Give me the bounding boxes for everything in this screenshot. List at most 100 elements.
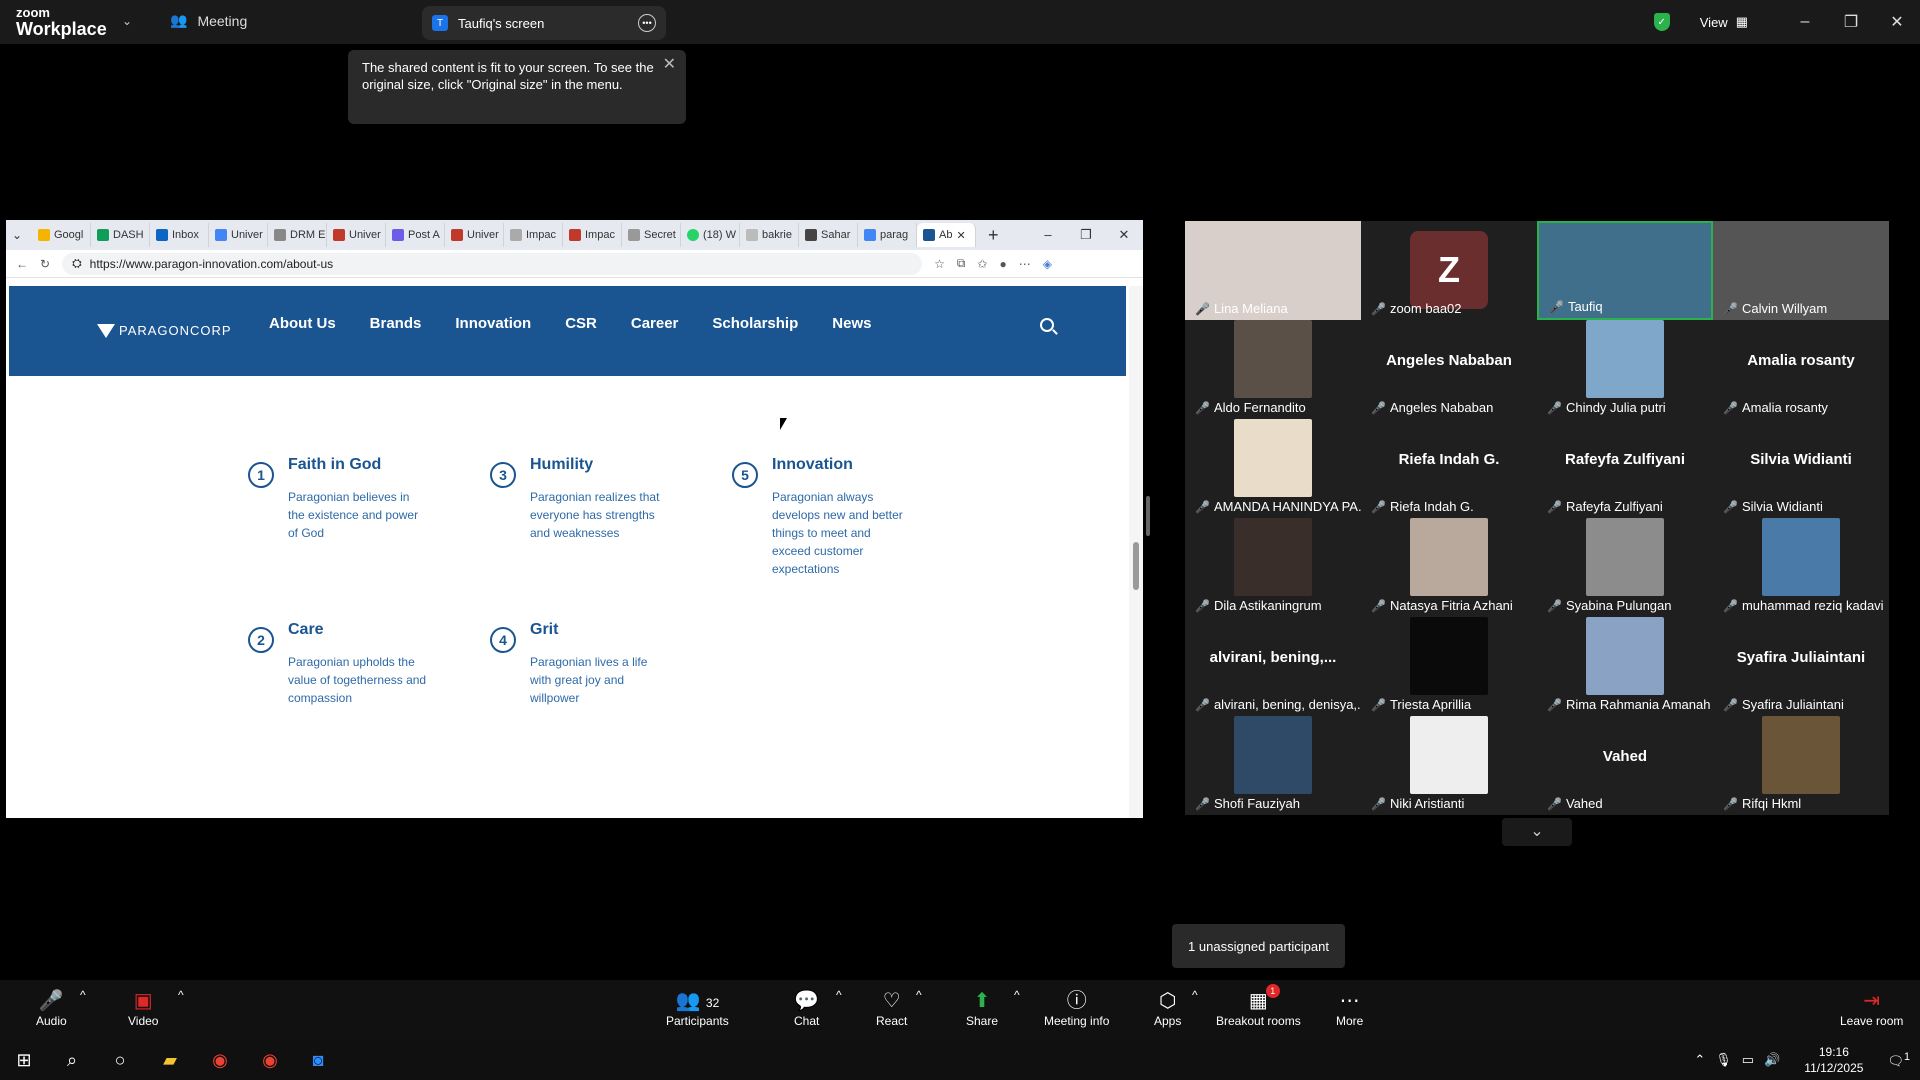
nav-career[interactable]: Career — [631, 315, 679, 332]
restore-icon[interactable]: ❐ — [1067, 227, 1105, 243]
participant-tile[interactable]: Riefa Indah G. 🎤 Riefa Indah G. — [1361, 419, 1537, 518]
nav-csr[interactable]: CSR — [565, 315, 597, 332]
browser-tab-active[interactable]: Ab ✕ — [917, 223, 976, 247]
scrollbar-thumb[interactable] — [1133, 542, 1139, 590]
clock[interactable]: 19:16 11/12/2025 — [1804, 1044, 1863, 1076]
security-shield-icon[interactable]: ✓ — [1653, 13, 1670, 31]
participant-tile[interactable]: Z 🎤 zoom baa02 — [1361, 221, 1537, 320]
participant-tile[interactable]: 🎤 Aldo Fernandito — [1185, 320, 1361, 419]
search-icon[interactable]: ⌕ — [60, 1048, 84, 1072]
apps-options-caret-icon[interactable]: ^ — [1192, 988, 1198, 1002]
audio-options-caret-icon[interactable]: ^ — [80, 988, 86, 1002]
participant-tile[interactable]: 🎤 Niki Aristianti — [1361, 716, 1537, 815]
participant-tile[interactable]: 🎤 Triesta Aprillia — [1361, 617, 1537, 716]
minimize-icon[interactable]: – — [1029, 227, 1067, 243]
browser-tab[interactable]: DASH — [91, 223, 150, 247]
browser-tab[interactable]: (18) W — [681, 223, 740, 247]
react-button[interactable]: ♡ React — [876, 988, 907, 1028]
leave-room-button[interactable]: ⇥ Leave room — [1840, 988, 1903, 1028]
participants-button[interactable]: 👥 32 Participants — [666, 988, 729, 1028]
zoom-app-icon[interactable]: ◙ — [306, 1048, 330, 1072]
chrome-active-icon[interactable]: ◉ — [258, 1048, 282, 1072]
meeting-tab[interactable]: 👥 Meeting — [170, 12, 247, 29]
volume-icon[interactable]: 🔊 — [1764, 1052, 1780, 1068]
browser-tab[interactable]: Inbox — [150, 223, 209, 247]
participant-tile[interactable]: Syafira Juliaintani 🎤 Syafira Juliaintani — [1713, 617, 1889, 716]
participant-tile[interactable]: 🎤 Lina Meliana — [1185, 221, 1361, 320]
copilot-icon[interactable]: ◈ — [1043, 257, 1052, 271]
browser-tab[interactable]: bakrie — [740, 223, 799, 247]
screen-share-tab[interactable]: T Taufiq's screen ••• — [422, 6, 666, 40]
split-drag-handle[interactable] — [1146, 496, 1150, 536]
zoom-workplace-logo[interactable]: zoom Workplace — [16, 6, 107, 38]
participant-tile[interactable]: 🎤 AMANDA HANINDYA PA... — [1185, 419, 1361, 518]
more-options-icon[interactable]: ••• — [638, 14, 656, 32]
participant-tile[interactable]: Vahed 🎤 Vahed — [1537, 716, 1713, 815]
favorites-icon[interactable]: ✩ — [977, 257, 987, 271]
audio-button[interactable]: 🎤 Audio — [36, 988, 67, 1028]
browser-tab[interactable]: Post A — [386, 223, 445, 247]
paragoncorp-logo[interactable]: PARAGONCORP — [97, 323, 232, 338]
windows-start-icon[interactable]: ⊞ — [12, 1048, 36, 1072]
participant-tile[interactable]: 🎤 Shofi Fauziyah — [1185, 716, 1361, 815]
browser-tab[interactable]: Impac — [504, 223, 563, 247]
browser-tab[interactable]: Univer — [327, 223, 386, 247]
chrome-icon[interactable]: ◉ — [208, 1048, 232, 1072]
reload-icon[interactable]: ↻ — [40, 257, 50, 271]
view-button[interactable]: View ▦ — [1700, 14, 1748, 30]
participant-tile[interactable]: 🎤 Dila Astikaningrum — [1185, 518, 1361, 617]
participant-tile[interactable]: Angeles Nababan 🎤 Angeles Nababan — [1361, 320, 1537, 419]
participant-tile[interactable]: 🎤 Syabina Pulungan — [1537, 518, 1713, 617]
star-icon[interactable]: ☆ — [934, 257, 945, 271]
nav-scholarship[interactable]: Scholarship — [712, 315, 798, 332]
participant-tile[interactable]: Rafeyfa Zulfiyani 🎤 Rafeyfa Zulfiyani — [1537, 419, 1713, 518]
chevron-down-icon[interactable]: ⌄ — [122, 14, 132, 28]
menu-icon[interactable]: ⋯ — [1019, 257, 1031, 271]
tab-list-chevron-icon[interactable]: ⌄ — [12, 228, 32, 242]
nav-innovation[interactable]: Innovation — [455, 315, 531, 332]
more-button[interactable]: ⋯ More — [1336, 988, 1363, 1028]
browser-tab[interactable]: parag — [858, 223, 917, 247]
search-icon[interactable] — [1040, 318, 1054, 332]
cortana-icon[interactable]: ○ — [108, 1048, 132, 1072]
new-tab-icon[interactable]: + — [988, 225, 999, 246]
minimize-icon[interactable]: – — [1782, 13, 1828, 31]
browser-tab[interactable]: Univer — [209, 223, 268, 247]
video-options-caret-icon[interactable]: ^ — [178, 988, 184, 1002]
meeting-info-button[interactable]: ⓘ Meeting info — [1044, 988, 1109, 1028]
participant-tile[interactable]: 🎤 Rima Rahmania Amanah — [1537, 617, 1713, 716]
microphone-icon[interactable]: 🎙 — [1715, 1052, 1732, 1068]
apps-button[interactable]: ⬡ Apps — [1154, 988, 1181, 1028]
participant-tile[interactable]: alvirani, bening,... 🎤 alvirani, bening, d… — [1185, 617, 1361, 716]
url-field[interactable]: ⛭ https://www.paragon-innovation.com/abo… — [62, 252, 923, 275]
network-icon[interactable]: ▭ — [1742, 1052, 1754, 1068]
share-options-caret-icon[interactable]: ^ — [1014, 988, 1020, 1002]
notifications-icon[interactable]: 🗨1 — [1887, 1051, 1910, 1069]
close-icon[interactable]: ✕ — [663, 56, 676, 73]
breakout-rooms-button[interactable]: ▦ 1 Breakout rooms — [1216, 984, 1301, 1028]
participant-tile[interactable]: 🎤 Chindy Julia putri — [1537, 320, 1713, 419]
browser-tab[interactable]: Impac — [563, 223, 622, 247]
share-button[interactable]: ⬆ Share — [966, 988, 998, 1028]
restore-icon[interactable]: ❐ — [1828, 12, 1874, 32]
participant-tile[interactable]: 🎤 Natasya Fitria Azhani — [1361, 518, 1537, 617]
back-icon[interactable]: ← — [16, 257, 28, 271]
tray-expand-icon[interactable]: ⌃ — [1694, 1052, 1705, 1068]
file-explorer-icon[interactable]: ▰ — [158, 1048, 182, 1072]
participant-tile[interactable]: Amalia rosanty 🎤 Amalia rosanty — [1713, 320, 1889, 419]
extensions-icon[interactable]: ⧉ — [957, 256, 966, 271]
nav-brands[interactable]: Brands — [370, 315, 422, 332]
close-icon[interactable]: ✕ — [1874, 12, 1920, 32]
participant-tile[interactable]: Silvia Widianti 🎤 Silvia Widianti — [1713, 419, 1889, 518]
browser-tab[interactable]: Googl — [32, 223, 91, 247]
browser-tab[interactable]: DRM E — [268, 223, 327, 247]
browser-tab[interactable]: Sahar — [799, 223, 858, 247]
close-tab-icon[interactable]: ✕ — [956, 229, 965, 242]
browser-tab[interactable]: Secret — [622, 223, 681, 247]
site-info-icon[interactable]: ⛭ — [72, 256, 82, 271]
participant-tile[interactable]: 🎤 Rifqi Hkml — [1713, 716, 1889, 815]
gallery-next-page-icon[interactable]: ⌄ — [1502, 818, 1572, 846]
participant-tile[interactable]: 🎤 Taufiq — [1537, 221, 1713, 320]
react-options-caret-icon[interactable]: ^ — [916, 988, 922, 1002]
profile-avatar[interactable]: ● — [999, 257, 1006, 271]
